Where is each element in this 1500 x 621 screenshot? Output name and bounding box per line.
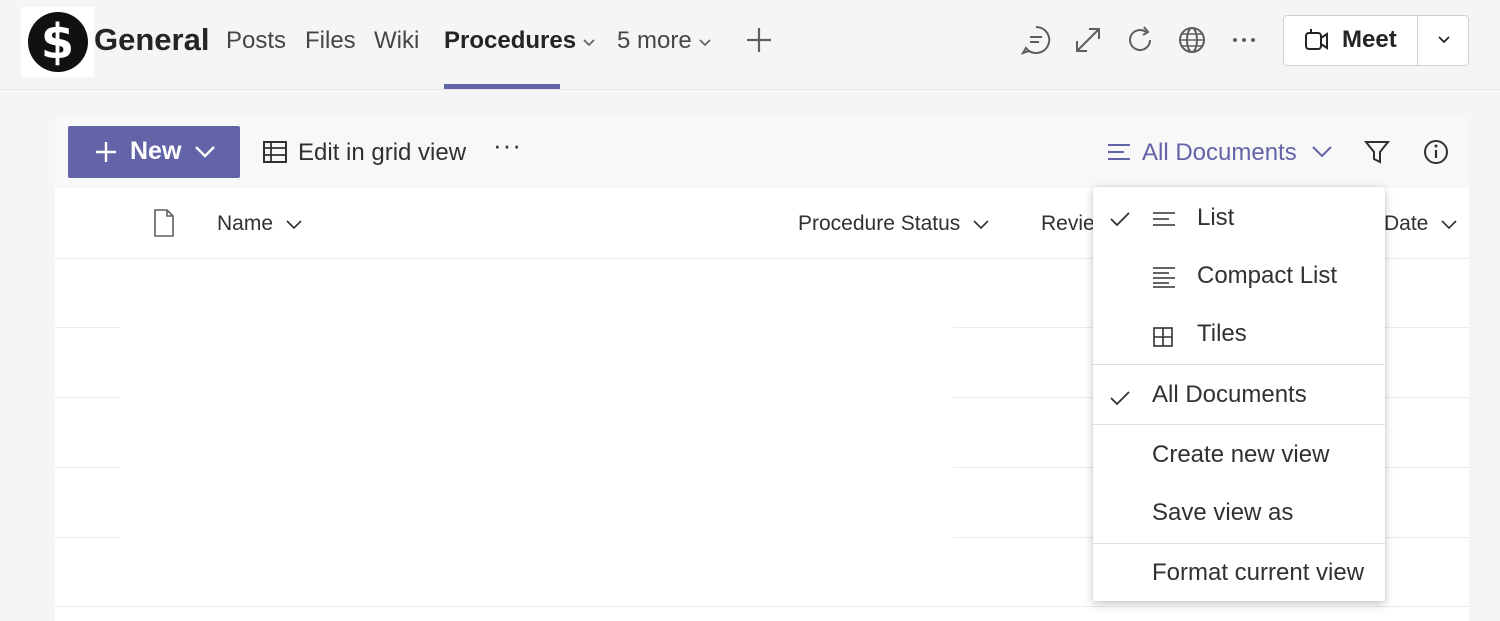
tab-wiki[interactable]: Wiki [374, 26, 419, 56]
menu-item-label: Format current view [1152, 559, 1365, 586]
compact-list-icon [1153, 267, 1175, 288]
grid-table-icon [263, 141, 287, 163]
dollar-logo-icon: $ [27, 12, 88, 72]
column-name-label: Name [217, 212, 274, 235]
expand-icon[interactable] [1072, 24, 1104, 56]
info-icon[interactable] [1422, 138, 1450, 166]
menu-item-tiles-layout[interactable]: Tiles [1093, 305, 1385, 363]
chevron-down-icon [1441, 220, 1457, 230]
row-divider [55, 327, 120, 328]
menu-item-label: All Documents [1152, 381, 1307, 408]
new-button-label: New [130, 137, 182, 165]
tab-posts[interactable]: Posts [226, 26, 286, 56]
chevron-down-icon [1312, 146, 1332, 158]
row-divider [55, 397, 120, 398]
checkmark-icon [1110, 391, 1130, 406]
tab-more[interactable]: 5 more [617, 26, 712, 56]
new-button[interactable]: New [68, 126, 240, 178]
tab-procedures[interactable]: Procedures [444, 26, 596, 56]
video-camera-icon [1305, 29, 1328, 50]
meet-button-group: Meet [1283, 15, 1469, 66]
refresh-icon[interactable] [1124, 24, 1156, 56]
list-icon [1153, 212, 1175, 226]
tiles-icon [1153, 327, 1173, 347]
plus-icon [96, 142, 116, 162]
column-header-procedure-status[interactable]: Procedure Status [798, 212, 990, 236]
channel-header: $ General Posts Files Wiki Procedures 5 … [0, 0, 1500, 90]
chat-icon[interactable] [1020, 24, 1052, 56]
column-date-label: Date [1384, 212, 1429, 235]
edit-grid-view-label: Edit in grid view [298, 139, 467, 166]
tab-more-label: 5 more [617, 27, 692, 54]
menu-item-create-new-view[interactable]: Create new view [1093, 426, 1385, 484]
chevron-down-icon [195, 146, 215, 158]
more-options-button[interactable]: ··· [493, 130, 522, 161]
more-icon[interactable] [1228, 24, 1260, 56]
menu-item-label: Create new view [1152, 441, 1330, 468]
menu-item-label: Compact List [1197, 262, 1338, 289]
chevron-down-icon [699, 39, 711, 46]
file-type-icon[interactable] [151, 208, 177, 238]
meet-button[interactable]: Meet [1284, 16, 1417, 65]
meet-label: Meet [1342, 26, 1397, 53]
chevron-down-icon [583, 39, 595, 46]
column-header-date[interactable]: Date [1384, 212, 1458, 236]
view-selector-label: All Documents [1142, 139, 1297, 166]
chevron-down-icon [1438, 36, 1450, 44]
globe-icon[interactable] [1176, 24, 1208, 56]
menu-item-save-view-as[interactable]: Save view as [1093, 484, 1385, 542]
column-header-name[interactable]: Name [217, 212, 303, 236]
row-divider [55, 537, 120, 538]
menu-item-label: Tiles [1197, 320, 1247, 347]
menu-item-compact-list-layout[interactable]: Compact List [1093, 247, 1385, 305]
tab-procedures-label: Procedures [444, 27, 577, 54]
active-tab-indicator [444, 84, 560, 89]
row-divider [55, 467, 120, 468]
checkmark-icon [1110, 212, 1130, 227]
row-divider [55, 606, 1469, 607]
filter-icon[interactable] [1363, 138, 1391, 166]
chevron-down-icon [973, 220, 989, 230]
chevron-down-icon [286, 220, 302, 230]
meet-dropdown-button[interactable] [1418, 16, 1468, 65]
channel-title: General [94, 22, 210, 57]
command-bar: New Edit in grid view ··· All Documents [55, 116, 1469, 188]
add-tab-icon[interactable] [743, 24, 775, 56]
list-lines-icon [1108, 144, 1130, 160]
menu-item-all-documents[interactable]: All Documents [1093, 366, 1385, 424]
tab-files[interactable]: Files [305, 26, 356, 56]
menu-item-format-current-view[interactable]: Format current view [1093, 544, 1385, 602]
menu-item-list-layout[interactable]: List [1093, 189, 1385, 247]
view-options-menu: List Compact List Tiles All Documents Cr… [1093, 187, 1385, 601]
menu-separator [1093, 424, 1385, 425]
menu-item-label: Save view as [1152, 499, 1294, 526]
team-logo[interactable]: $ [21, 7, 94, 77]
column-status-label: Procedure Status [798, 212, 961, 235]
menu-item-label: List [1197, 204, 1235, 231]
menu-separator [1093, 364, 1385, 365]
view-selector[interactable]: All Documents [1104, 126, 1344, 178]
